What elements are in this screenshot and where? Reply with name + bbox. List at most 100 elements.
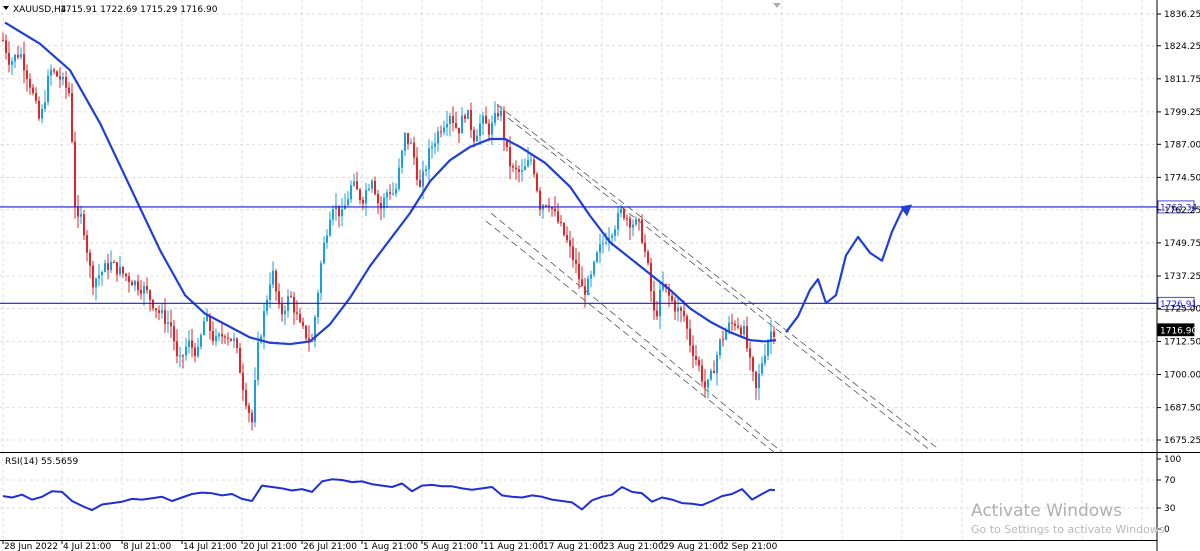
candle-body bbox=[149, 290, 151, 300]
candle-body bbox=[98, 275, 100, 279]
candle-body bbox=[137, 281, 139, 291]
candle-body bbox=[152, 299, 154, 309]
candle-body bbox=[182, 355, 184, 357]
candle-body bbox=[773, 331, 775, 337]
candle-body bbox=[713, 370, 715, 373]
candle-body bbox=[416, 157, 418, 180]
candle-body bbox=[683, 310, 685, 317]
candle-body bbox=[143, 285, 145, 294]
candle-body bbox=[254, 379, 256, 423]
candle-body bbox=[755, 371, 757, 389]
candle-body bbox=[455, 122, 457, 128]
candle-body bbox=[347, 199, 349, 206]
watermark-subtitle: Go to Settings to activate Windows. bbox=[971, 523, 1168, 536]
time-tick-label: 29 Aug 21:00 bbox=[663, 542, 724, 551]
candle-body bbox=[629, 218, 631, 228]
candle-body bbox=[617, 213, 619, 230]
candle-body bbox=[227, 337, 229, 339]
candle-body bbox=[623, 208, 625, 219]
candle-body bbox=[305, 325, 307, 339]
candle-body bbox=[674, 300, 676, 312]
candle-body bbox=[380, 203, 382, 209]
candle-body bbox=[512, 166, 514, 168]
candle-body bbox=[437, 131, 439, 144]
candle-body bbox=[107, 263, 109, 271]
candle-body bbox=[452, 115, 454, 123]
candle-body bbox=[602, 243, 604, 245]
candle-body bbox=[23, 54, 25, 71]
candle-body bbox=[722, 339, 724, 341]
candle-body bbox=[317, 292, 319, 318]
time-tick-label: 14 Jul 21:00 bbox=[183, 542, 237, 551]
candle-body bbox=[491, 122, 493, 135]
candle-body bbox=[557, 211, 559, 223]
candle-body bbox=[746, 326, 748, 349]
candle-body bbox=[236, 338, 238, 349]
price-tick-label: 1725.00 bbox=[1164, 304, 1200, 314]
candle-body bbox=[419, 179, 421, 187]
candle-body bbox=[578, 263, 580, 280]
candle-body bbox=[44, 102, 46, 109]
candle-body bbox=[647, 251, 649, 264]
candle-body bbox=[440, 131, 442, 133]
candle-body bbox=[185, 346, 187, 356]
candle-body bbox=[281, 304, 283, 315]
candle-body bbox=[488, 123, 490, 135]
time-tick-label: 11 Aug 21:00 bbox=[483, 542, 544, 551]
candle-body bbox=[377, 194, 379, 204]
candle-body bbox=[104, 263, 106, 273]
candle-body bbox=[530, 159, 532, 161]
candle-body bbox=[68, 87, 70, 94]
candle-body bbox=[677, 307, 679, 312]
candle-body bbox=[752, 357, 754, 372]
candle-body bbox=[218, 334, 220, 337]
candle-body bbox=[593, 261, 595, 275]
candle-body bbox=[545, 205, 547, 207]
candle-body bbox=[257, 342, 259, 380]
candle-body bbox=[53, 69, 55, 72]
candle-body bbox=[47, 75, 49, 103]
candle-body bbox=[767, 341, 769, 356]
candle-body bbox=[725, 331, 727, 340]
candle-body bbox=[698, 359, 700, 366]
time-tick-label: 23 Aug 21:00 bbox=[603, 542, 664, 551]
candle-body bbox=[56, 71, 58, 77]
candle-body bbox=[251, 412, 253, 423]
candle-body bbox=[458, 127, 460, 134]
price-tick-label: 1811.75 bbox=[1164, 75, 1200, 85]
candle-body bbox=[284, 310, 286, 315]
candle-body bbox=[32, 87, 34, 94]
candle-body bbox=[503, 110, 505, 139]
chart-background bbox=[0, 0, 1200, 551]
candle-body bbox=[59, 76, 61, 80]
price-tick-label: 1824.25 bbox=[1164, 42, 1200, 52]
candle-body bbox=[233, 338, 235, 341]
candle-body bbox=[764, 355, 766, 364]
candle-body bbox=[116, 262, 118, 275]
candle-body bbox=[413, 142, 415, 158]
candle-body bbox=[242, 372, 244, 391]
price-tick-label: 1700.00 bbox=[1164, 371, 1200, 381]
candle-body bbox=[410, 142, 412, 144]
candle-body bbox=[494, 112, 496, 123]
candle-body bbox=[164, 310, 166, 324]
candle-body bbox=[341, 209, 343, 217]
candle-body bbox=[464, 115, 466, 119]
candle-body bbox=[566, 235, 568, 241]
price-tick-label: 1762.25 bbox=[1164, 206, 1200, 216]
candle-body bbox=[17, 54, 19, 58]
price-tick-label: 1799.25 bbox=[1164, 108, 1200, 118]
candle-body bbox=[734, 323, 736, 326]
price-chart[interactable]: 1763.341726.911716.90 1836.251824.251811… bbox=[0, 0, 1200, 551]
candle-body bbox=[50, 69, 52, 76]
candle-body bbox=[8, 52, 10, 65]
candle-body bbox=[188, 340, 190, 347]
candle-body bbox=[35, 93, 37, 101]
candle-body bbox=[77, 207, 79, 217]
candle-body bbox=[302, 322, 304, 326]
level-price-label: 1716.90 bbox=[1160, 326, 1197, 336]
candle-body bbox=[89, 252, 91, 266]
candle-body bbox=[203, 321, 205, 336]
candle-body bbox=[176, 341, 178, 357]
candle-body bbox=[119, 266, 121, 275]
